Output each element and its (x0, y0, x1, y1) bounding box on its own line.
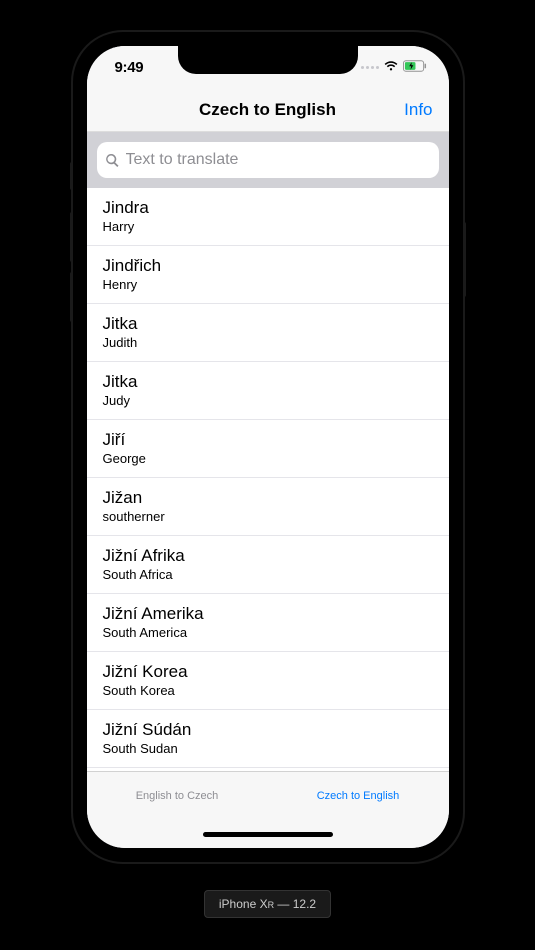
list-item[interactable]: JitkaJudith (87, 304, 449, 362)
search-container (87, 132, 449, 188)
item-english: southerner (103, 509, 433, 526)
list-item[interactable]: Jižní SúdánSouth Sudan (87, 710, 449, 768)
item-czech: Jindřich (103, 255, 433, 277)
tab-english-to-czech[interactable]: English to Czech (87, 772, 268, 820)
device-frame: 9:49 Czech to English Info (73, 32, 463, 862)
home-indicator[interactable] (203, 832, 333, 837)
volume-down-button (70, 272, 73, 322)
silent-switch (70, 162, 73, 190)
tab-czech-to-english[interactable]: Czech to English (268, 772, 449, 820)
item-czech: Jižní Súdán (103, 719, 433, 741)
status-indicators (361, 59, 427, 76)
item-english: South Korea (103, 683, 433, 700)
list-item[interactable]: Jižní AmerikaSouth America (87, 594, 449, 652)
list-item[interactable]: JindřichHenry (87, 246, 449, 304)
info-button[interactable]: Info (404, 100, 432, 120)
page-title: Czech to English (199, 100, 336, 120)
item-english: South Africa (103, 567, 433, 584)
battery-icon (403, 59, 427, 76)
item-english: South Sudan (103, 741, 433, 758)
list-item[interactable]: Jižní KoreaSouth Korea (87, 652, 449, 710)
item-czech: Jižan (103, 487, 433, 509)
translation-list[interactable]: JindraHarryJindřichHenryJitkaJudithJitka… (87, 188, 449, 771)
list-item[interactable]: JitkaJudy (87, 362, 449, 420)
item-czech: Jižní Amerika (103, 603, 433, 625)
device-label: iPhone Xr — 12.2 (204, 890, 331, 918)
cellular-icon (361, 66, 379, 69)
home-indicator-area (87, 820, 449, 848)
item-czech: Jiří (103, 429, 433, 451)
list-item[interactable]: Jižní AfrikaSouth Africa (87, 536, 449, 594)
screen: 9:49 Czech to English Info (87, 46, 449, 848)
item-czech: Jižní Korea (103, 661, 433, 683)
wifi-icon (383, 59, 399, 76)
notch (178, 46, 358, 74)
list-item[interactable]: JindraHarry (87, 188, 449, 246)
search-field[interactable] (97, 142, 439, 178)
item-czech: Jindra (103, 197, 433, 219)
power-button (463, 222, 466, 297)
item-czech: Jitka (103, 371, 433, 393)
search-icon (105, 153, 120, 168)
list-item[interactable]: JiříGeorge (87, 420, 449, 478)
nav-bar: Czech to English Info (87, 88, 449, 132)
item-czech: Jižní Afrika (103, 545, 433, 567)
list-item[interactable]: Jižansoutherner (87, 478, 449, 536)
search-input[interactable] (126, 151, 431, 169)
status-time: 9:49 (115, 59, 144, 76)
item-czech: Jitka (103, 313, 433, 335)
item-english: Harry (103, 219, 433, 236)
volume-up-button (70, 212, 73, 262)
item-english: Judy (103, 393, 433, 410)
tab-bar: English to CzechCzech to English (87, 771, 449, 820)
item-english: George (103, 451, 433, 468)
item-english: South America (103, 625, 433, 642)
item-english: Henry (103, 277, 433, 294)
item-english: Judith (103, 335, 433, 352)
